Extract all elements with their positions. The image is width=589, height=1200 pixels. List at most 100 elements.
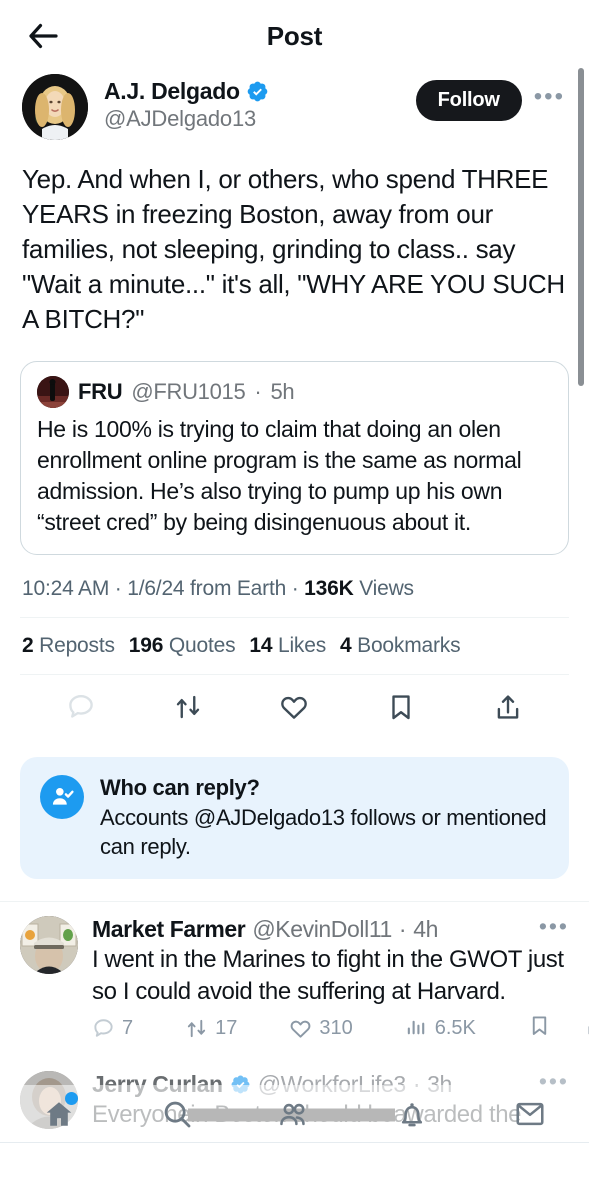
reply-views-count: 6.5K	[434, 1017, 476, 1039]
stat-bookmarks-count: 4	[340, 634, 352, 657]
stat-bookmarks[interactable]: 4 Bookmarks	[340, 634, 461, 658]
meta-dot-1: ·	[114, 577, 122, 600]
stat-bookmarks-label: Bookmarks	[357, 634, 461, 657]
reply-secondary-actions	[528, 1014, 589, 1043]
repost-button[interactable]	[167, 689, 209, 725]
reply-reply-button[interactable]: 7	[92, 1017, 133, 1040]
engagement-stats-row: 2 Reposts 196 Quotes 14 Likes 4 Bookmark…	[0, 618, 589, 674]
avatar[interactable]	[20, 916, 78, 974]
author-actions: Follow •••	[415, 74, 567, 121]
stat-reposts-count: 2	[22, 634, 34, 657]
reply-button[interactable]	[60, 689, 102, 725]
notice-description: Accounts @AJDelgado13 follows or mention…	[100, 805, 547, 859]
reply-icon	[94, 1019, 113, 1037]
bookmark-button[interactable]	[380, 689, 422, 725]
reply-bookmark-button[interactable]	[528, 1014, 551, 1043]
notice-title: Who can reply?	[100, 775, 260, 800]
reply-text: I went in the Marines to fight in the GW…	[92, 946, 564, 1005]
like-icon	[281, 696, 308, 719]
stat-quotes-label: Quotes	[168, 634, 236, 657]
author-identity: A.J. Delgado @AJDelgado13	[104, 74, 416, 133]
post-time: 10:24 AM	[22, 577, 110, 600]
back-button[interactable]	[22, 15, 64, 57]
quoted-separator: ·	[254, 379, 262, 404]
share-icon	[588, 1026, 589, 1035]
bookmark-icon	[392, 695, 410, 720]
notifications-icon	[402, 1102, 423, 1126]
post-action-bar	[0, 675, 589, 739]
reply-separator: ·	[398, 916, 407, 942]
share-button[interactable]	[487, 689, 529, 725]
person-check-badge	[40, 775, 84, 819]
post-author-row: A.J. Delgado @AJDelgado13 Follow •••	[0, 72, 589, 140]
follow-button[interactable]: Follow	[415, 80, 522, 121]
repost-icon	[188, 1019, 206, 1038]
views-label: Views	[359, 577, 414, 600]
post-date-source: 1/6/24 from Earth	[127, 577, 287, 600]
reply-display-name: Market Farmer	[92, 916, 246, 942]
notice-body: Who can reply? Accounts @AJDelgado13 fol…	[100, 775, 549, 861]
app-header: Post	[0, 0, 589, 72]
list-item[interactable]: Market Farmer @KevinDoll11 · 4h ••• I we…	[0, 902, 589, 1043]
reply-avatar-image	[20, 916, 78, 974]
search-icon	[164, 1101, 191, 1127]
like-icon	[290, 1020, 311, 1038]
author-display-name: A.J. Delgado	[104, 78, 240, 104]
reply-author-row: Market Farmer @KevinDoll11 · 4h •••	[92, 914, 569, 943]
reply-repost-button[interactable]: 17	[185, 1017, 237, 1040]
nav-home[interactable]	[32, 1090, 86, 1138]
reply-more-options-icon[interactable]: •••	[539, 914, 569, 938]
stat-likes-label: Likes	[277, 634, 327, 657]
post-text: Yep. And when I, or others, who spend TH…	[22, 164, 565, 334]
avatar[interactable]	[22, 74, 88, 140]
avatar-image	[22, 74, 88, 140]
reply-share-button[interactable]	[585, 1014, 589, 1043]
quoted-avatar-image	[37, 376, 69, 408]
reply-timestamp: 4h	[413, 916, 438, 942]
quoted-handle: @FRU1015	[131, 379, 246, 404]
quoted-display-name: FRU	[78, 379, 123, 404]
repost-icon	[176, 695, 200, 719]
reply-action-bar: 7 17 310 6.5K	[92, 1014, 589, 1043]
reply-replies-count: 7	[122, 1017, 134, 1039]
like-button[interactable]	[273, 689, 315, 725]
share-icon	[497, 695, 518, 719]
stat-reposts[interactable]: 2 Reposts	[22, 634, 115, 658]
messages-icon	[516, 1102, 544, 1125]
reply-likes-count: 310	[319, 1017, 353, 1039]
stat-reposts-label: Reposts	[39, 634, 115, 657]
arrow-left-icon	[29, 23, 58, 49]
quoted-author-row: FRU @FRU1015 · 5h	[37, 376, 552, 408]
nav-search[interactable]	[150, 1090, 204, 1138]
vertical-scrollbar[interactable]	[578, 68, 584, 386]
stat-quotes-count: 196	[128, 634, 164, 657]
page-title: Post	[266, 20, 323, 51]
who-can-reply-notice[interactable]: Who can reply? Accounts @AJDelgado13 fol…	[20, 757, 569, 879]
person-check-icon	[52, 788, 74, 805]
post-more-options-icon[interactable]: •••	[532, 84, 567, 112]
bottom-navigation-bar	[0, 1085, 589, 1143]
reply-views-button[interactable]: 6.5K	[405, 1017, 476, 1040]
bookmark-icon	[532, 1016, 547, 1035]
quoted-tweet-card[interactable]: FRU @FRU1015 · 5h He is 100% is trying t…	[20, 361, 569, 555]
verified-badge-icon	[247, 81, 268, 102]
reply-handle: @KevinDoll11	[252, 916, 392, 942]
quoted-timestamp: 5h	[270, 379, 295, 404]
communities-icon	[280, 1103, 306, 1125]
quoted-avatar[interactable]	[37, 376, 69, 408]
stat-quotes[interactable]: 196 Quotes	[129, 634, 236, 658]
meta-dot-2: ·	[291, 577, 299, 600]
nav-communities[interactable]	[267, 1090, 321, 1138]
views-count: 136K	[304, 577, 354, 600]
stat-likes[interactable]: 14 Likes	[249, 634, 326, 658]
author-name-row: A.J. Delgado	[104, 78, 416, 104]
reply-content: Market Farmer @KevinDoll11 · 4h ••• I we…	[92, 914, 589, 1043]
post-metadata: 10:24 AM · 1/6/24 from Earth · 136K View…	[0, 555, 589, 617]
quoted-text: He is 100% is trying to claim that doing…	[37, 416, 522, 535]
nav-notifications[interactable]	[385, 1090, 439, 1138]
nav-messages[interactable]	[503, 1090, 557, 1138]
reply-like-button[interactable]: 310	[289, 1017, 353, 1040]
stat-likes-count: 14	[249, 634, 273, 657]
reply-reposts-count: 17	[215, 1017, 238, 1039]
post-detail-screen: Post A.J. Delgado @AJDelgado13 Follow ••…	[0, 0, 589, 1200]
